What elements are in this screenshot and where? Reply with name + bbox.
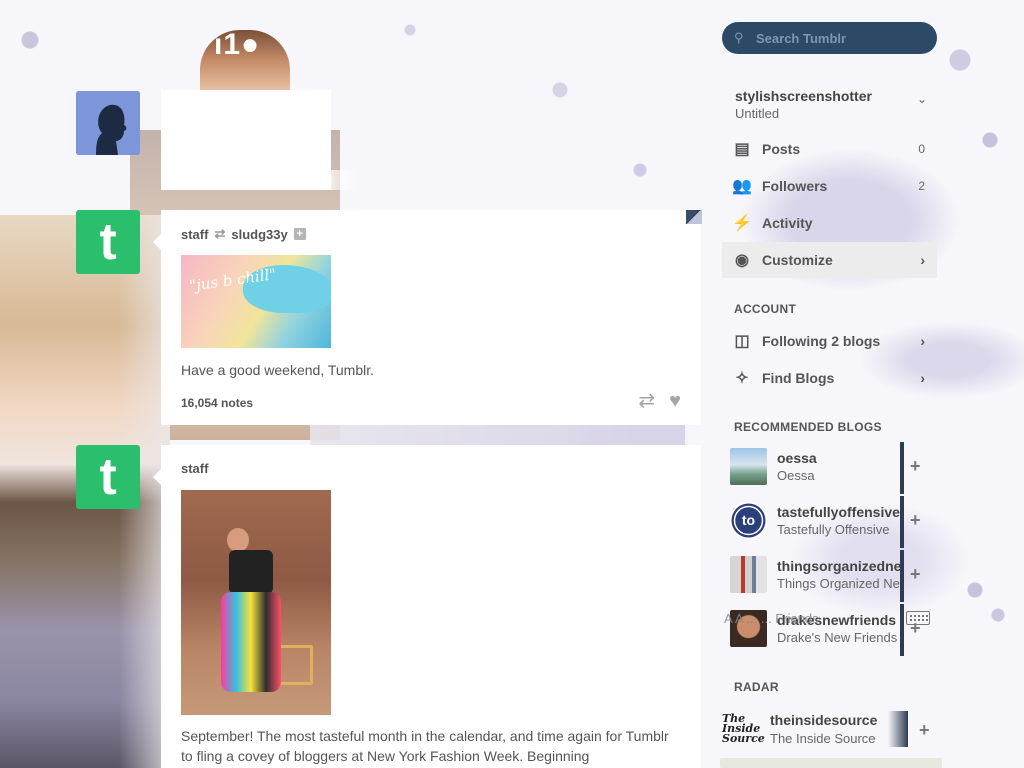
follow-plus-icon[interactable]: + (910, 456, 921, 477)
tumblr-logo-icon: t (99, 448, 117, 506)
radar-blog[interactable]: The Inside Source theinsidesource The In… (722, 708, 937, 750)
find-blogs-icon: ✧ (735, 370, 749, 387)
post-header: staff ⇄ sludg33y + (181, 226, 306, 242)
following-icon: ◫ (734, 333, 750, 350)
svg-text:to: to (742, 512, 755, 528)
staff-avatar[interactable]: t (76, 210, 140, 274)
post-notch (153, 234, 161, 250)
post-author[interactable]: staff (181, 461, 208, 476)
post-actions: ⇄ ♥ (638, 390, 681, 412)
user-avatar[interactable] (76, 91, 140, 155)
recommended-blog[interactable]: oessa Oessa + (730, 442, 930, 494)
blog-avatar (730, 448, 767, 485)
recommended-blog[interactable]: to tastefullyoffensive Tastefully Offens… (730, 496, 930, 548)
post-author[interactable]: staff (181, 227, 208, 242)
reblog-small-icon: ⇄ (214, 226, 226, 241)
menu-item-followers[interactable]: 👥 Followers 2 (722, 168, 937, 204)
search-bar[interactable]: ⚲ (722, 22, 937, 54)
background-logo-fragment: ı1● (214, 28, 261, 61)
menu-label: Posts (762, 141, 801, 157)
sidebar: ⚲ stylishscreenshotter Untitled ⌄ ▤ Post… (720, 0, 960, 768)
background-strip (310, 425, 685, 445)
chevron-down-icon[interactable]: ⌄ (917, 92, 927, 106)
eye-icon: ◉ (735, 252, 749, 269)
menu-count: 0 (918, 142, 925, 156)
like-heart-icon[interactable]: ♥ (669, 390, 681, 412)
post-top-tail (161, 170, 361, 190)
blog-title: Untitled (735, 106, 780, 121)
menu-item-find-blogs[interactable]: ✧ Find Blogs › (722, 360, 937, 396)
menu-label: Followers (762, 178, 828, 194)
reblog-icon[interactable]: ⇄ (638, 390, 655, 412)
menu-item-posts[interactable]: ▤ Posts 0 (722, 131, 937, 167)
blog-name: stylishscreenshotter (735, 88, 872, 104)
reblogged-from[interactable]: sludg33y (231, 227, 287, 242)
blog-name: oessa (777, 450, 817, 466)
menu-label: Activity (762, 215, 813, 231)
post-notch (153, 469, 161, 485)
blog-avatar: to (730, 502, 767, 539)
blog-edge-bar (900, 550, 904, 602)
blog-edge-bar (900, 604, 904, 656)
staff-avatar[interactable]: t (76, 445, 140, 509)
recommended-blog[interactable]: thingsorganizedneatly Things Organized N… (730, 550, 930, 602)
dancer-body (229, 550, 273, 594)
posts-icon: ▤ (734, 141, 750, 158)
post-photo[interactable] (181, 490, 331, 715)
keyboard-icon[interactable] (906, 611, 930, 625)
chevron-right-icon: › (920, 333, 925, 349)
menu-item-customize[interactable]: ◉ Customize › (722, 242, 937, 278)
post-body: September! The most tasteful month in th… (181, 728, 669, 764)
follow-plus-icon[interactable]: + (910, 564, 921, 585)
post-card: staff September! The most tasteful month… (153, 445, 701, 768)
menu-item-following[interactable]: ◫ Following 2 blogs › (722, 323, 937, 359)
blog-subtitle: Drake's New Friends (777, 630, 898, 645)
blog-selector[interactable]: stylishscreenshotter Untitled ⌄ (735, 88, 935, 121)
menu-item-activity[interactable]: ⚡ Activity (722, 205, 937, 241)
dancer-head (227, 528, 249, 552)
recommended-section-label: RECOMMENDED BLOGS (734, 420, 882, 434)
blog-name: thingsorganizedneatly (777, 558, 902, 574)
corner-mark (686, 210, 702, 224)
user-silhouette-icon (76, 91, 140, 155)
post-image[interactable]: "jus b chill" (181, 255, 331, 348)
search-icon: ⚲ (734, 30, 744, 45)
follow-plus-icon[interactable]: + (910, 510, 921, 531)
menu-label: Following 2 blogs (762, 333, 881, 349)
radar-post-preview[interactable] (720, 758, 942, 768)
tumblr-logo-icon: t (99, 213, 117, 271)
search-input[interactable] (756, 30, 926, 46)
blog-subtitle: Things Organized Neatly (777, 576, 902, 591)
overlay-ghost-text: A A ... ... Friends (724, 611, 819, 626)
post-card: staff ⇄ sludg33y + "jus b chill" Have a … (153, 210, 701, 425)
radar-section-label: RADAR (734, 680, 779, 694)
to-logo-icon: to (731, 503, 766, 538)
chevron-right-icon: › (920, 370, 925, 386)
blog-avatar (730, 556, 767, 593)
post-header: staff (181, 461, 208, 476)
follow-square-icon[interactable]: + (293, 228, 306, 240)
menu-label: Customize (762, 252, 833, 268)
inside-source-logo: The Inside Source (722, 712, 765, 745)
blog-name: theinsidesource (770, 712, 878, 728)
blog-name: tastefullyoffensive (777, 504, 900, 520)
blog-subtitle: Oessa (777, 468, 815, 483)
menu-label: Find Blogs (762, 370, 835, 386)
dancer-legs (221, 592, 281, 692)
menu-count: 2 (918, 179, 925, 193)
blog-edge-bar (900, 496, 904, 548)
radar-edge-fade (888, 711, 908, 747)
blog-subtitle: Tastefully Offensive (777, 522, 890, 537)
blog-edge-bar (900, 442, 904, 494)
activity-icon: ⚡ (732, 215, 752, 232)
account-section-label: ACCOUNT (734, 302, 797, 316)
post-body: Have a good weekend, Tumblr. (181, 362, 375, 378)
follow-plus-icon[interactable]: + (919, 720, 930, 741)
chevron-right-icon: › (920, 252, 925, 268)
blog-subtitle: The Inside Source (770, 731, 876, 746)
followers-icon: 👥 (732, 178, 752, 195)
post-notes[interactable]: 16,054 notes (181, 396, 253, 410)
